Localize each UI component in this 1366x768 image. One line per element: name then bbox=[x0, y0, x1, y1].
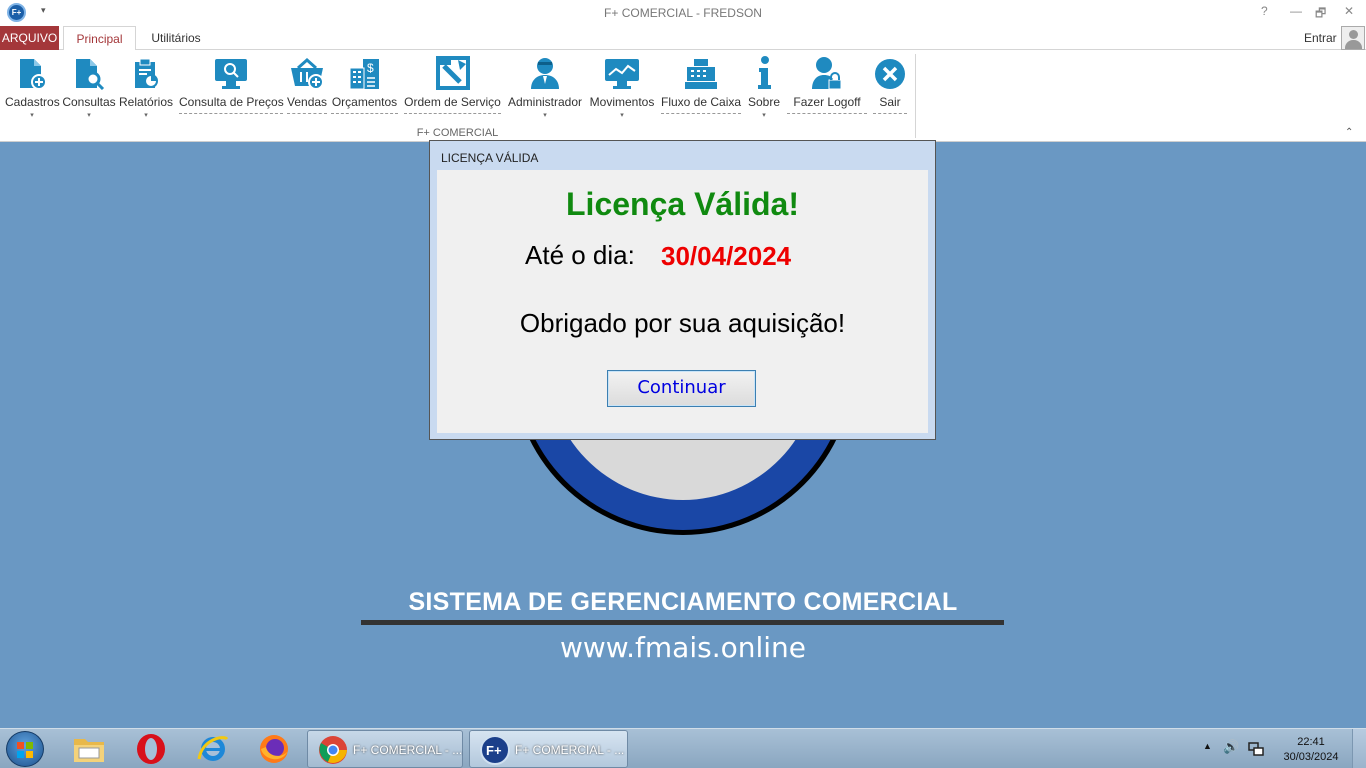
user-lock-icon bbox=[787, 54, 867, 90]
tray-expand-icon[interactable]: ▲ bbox=[1203, 741, 1212, 751]
sobre-button[interactable]: Sobre ▾ bbox=[746, 54, 782, 119]
minimize-button[interactable]: — bbox=[1290, 4, 1302, 18]
button-label: Sair bbox=[879, 95, 901, 109]
start-button[interactable] bbox=[6, 731, 44, 767]
svg-text:F+: F+ bbox=[486, 743, 502, 758]
close-circle-icon bbox=[873, 54, 907, 90]
thanks-message: Obrigado por sua aquisição! bbox=[519, 308, 846, 338]
taskbar: F+ COMERCIAL - ... F+ F+ COMERCIAL - ...… bbox=[0, 728, 1366, 768]
button-label: Vendas bbox=[287, 95, 328, 109]
button-label: Relatórios bbox=[119, 95, 174, 109]
tab-arquivo[interactable]: ARQUIVO bbox=[0, 26, 59, 50]
tools-icon bbox=[404, 54, 501, 90]
opera-icon[interactable] bbox=[135, 733, 167, 765]
tab-principal[interactable]: Principal bbox=[63, 26, 136, 51]
button-label: Cadastros bbox=[5, 95, 60, 109]
system-title: SISTEMA DE GERENCIAMENTO COMERCIAL bbox=[408, 588, 958, 616]
title-bar: F+ ▾ F+ COMERCIAL - FREDSON ? — 🗗 ✕ bbox=[0, 0, 1366, 25]
monitor-chart-icon bbox=[587, 54, 657, 90]
button-label: Ordem de Serviço bbox=[404, 95, 501, 109]
button-label: Orçamentos bbox=[331, 95, 398, 109]
taskbar-task-fplus[interactable]: F+ F+ COMERCIAL - ... bbox=[469, 730, 628, 768]
network-icon[interactable] bbox=[1248, 741, 1264, 760]
restore-button[interactable]: 🗗 bbox=[1315, 4, 1326, 25]
ordem-servico-button[interactable]: Ordem de Serviço bbox=[404, 54, 501, 114]
administrador-button[interactable]: Administrador ▾ bbox=[506, 54, 584, 119]
chevron-down-icon: ▾ bbox=[144, 112, 148, 119]
vendas-button[interactable]: Vendas bbox=[287, 54, 327, 114]
file-explorer-icon[interactable] bbox=[72, 733, 104, 765]
show-desktop-button[interactable] bbox=[1352, 729, 1366, 768]
consultas-button[interactable]: Consultas ▾ bbox=[62, 54, 116, 119]
button-label: Consultas bbox=[62, 95, 116, 109]
basket-add-icon bbox=[287, 54, 327, 90]
continuar-button[interactable]: Continuar bbox=[607, 370, 756, 407]
chevron-down-icon: ▾ bbox=[620, 112, 624, 119]
license-dialog: LICENÇA VÁLIDA Licença Válida! Até o dia… bbox=[429, 140, 936, 440]
expiry-date: 30/04/2024 bbox=[661, 241, 792, 271]
dialog-body: Licença Válida! Até o dia: 30/04/2024 Ob… bbox=[437, 170, 928, 433]
clock-time: 22:41 bbox=[1297, 736, 1325, 748]
system-url: www.fmais.online bbox=[560, 631, 806, 664]
button-label: Administrador bbox=[507, 95, 583, 109]
chrome-icon bbox=[317, 734, 349, 766]
system-clock[interactable]: 22:41 30/03/2024 bbox=[1278, 735, 1344, 765]
fluxo-caixa-button[interactable]: Fluxo de Caixa bbox=[661, 54, 741, 114]
group-separator bbox=[915, 54, 916, 138]
firefox-icon[interactable] bbox=[258, 733, 290, 765]
cash-register-icon bbox=[661, 54, 741, 90]
button-label: Movimentos bbox=[589, 95, 655, 109]
help-button[interactable]: ? bbox=[1261, 4, 1268, 18]
entrar-link[interactable]: Entrar bbox=[1304, 31, 1337, 45]
internet-explorer-icon[interactable] bbox=[196, 733, 229, 765]
fplus-app-icon: F+ bbox=[479, 734, 511, 766]
license-heading: Licença Válida! bbox=[566, 186, 799, 222]
button-label: Consulta de Preços bbox=[179, 95, 284, 109]
movimentos-button[interactable]: Movimentos ▾ bbox=[587, 54, 657, 119]
task-label: F+ COMERCIAL - ... bbox=[353, 743, 463, 757]
tab-utilitarios[interactable]: Utilitários bbox=[140, 26, 212, 50]
consulta-precos-button[interactable]: Consulta de Preços bbox=[179, 54, 284, 114]
orcamentos-button[interactable]: $ Orçamentos bbox=[331, 54, 398, 114]
info-icon bbox=[746, 54, 782, 90]
ribbon-tabs: ARQUIVO Principal Utilitários Entrar bbox=[0, 25, 1366, 51]
monitor-search-icon bbox=[179, 54, 283, 90]
window-title: F+ COMERCIAL - FREDSON bbox=[604, 6, 762, 20]
calculator-building-icon: $ bbox=[331, 54, 398, 90]
ribbon-group-label: F+ COMERCIAL bbox=[416, 127, 499, 139]
user-avatar-icon[interactable] bbox=[1341, 26, 1365, 50]
relatorios-button[interactable]: Relatórios ▾ bbox=[119, 54, 173, 119]
fazer-logoff-button[interactable]: Fazer Logoff bbox=[787, 54, 867, 114]
cadastros-button[interactable]: Cadastros ▾ bbox=[5, 54, 60, 119]
button-label: Sobre bbox=[747, 95, 781, 109]
expiry-label: Até o dia: bbox=[525, 240, 635, 270]
user-admin-icon bbox=[506, 54, 584, 90]
chevron-down-icon: ▾ bbox=[30, 112, 34, 119]
chevron-down-icon: ▾ bbox=[543, 112, 547, 119]
title-underline bbox=[361, 620, 1004, 625]
chevron-down-icon: ▾ bbox=[87, 112, 91, 119]
taskbar-task-chrome[interactable]: F+ COMERCIAL - ... bbox=[307, 730, 463, 768]
button-label: Fluxo de Caixa bbox=[661, 95, 742, 109]
button-label: Fazer Logoff bbox=[793, 95, 861, 109]
close-button[interactable]: ✕ bbox=[1344, 4, 1354, 18]
sair-button[interactable]: Sair bbox=[873, 54, 907, 114]
chevron-down-icon: ▾ bbox=[762, 112, 766, 119]
task-label: F+ COMERCIAL - ... bbox=[515, 743, 625, 757]
speaker-icon[interactable]: 🔊 bbox=[1223, 739, 1239, 755]
collapse-ribbon-icon[interactable]: ⌃ bbox=[1345, 127, 1353, 138]
document-add-icon bbox=[5, 54, 59, 90]
dialog-title: LICENÇA VÁLIDA bbox=[441, 151, 539, 165]
clock-date: 30/03/2024 bbox=[1283, 751, 1339, 763]
clipboard-chart-icon bbox=[119, 54, 173, 90]
svg-text:$: $ bbox=[367, 61, 374, 75]
ribbon: Cadastros ▾ Consultas ▾ Relatórios ▾ Con… bbox=[0, 50, 1366, 142]
document-search-icon bbox=[62, 54, 116, 90]
